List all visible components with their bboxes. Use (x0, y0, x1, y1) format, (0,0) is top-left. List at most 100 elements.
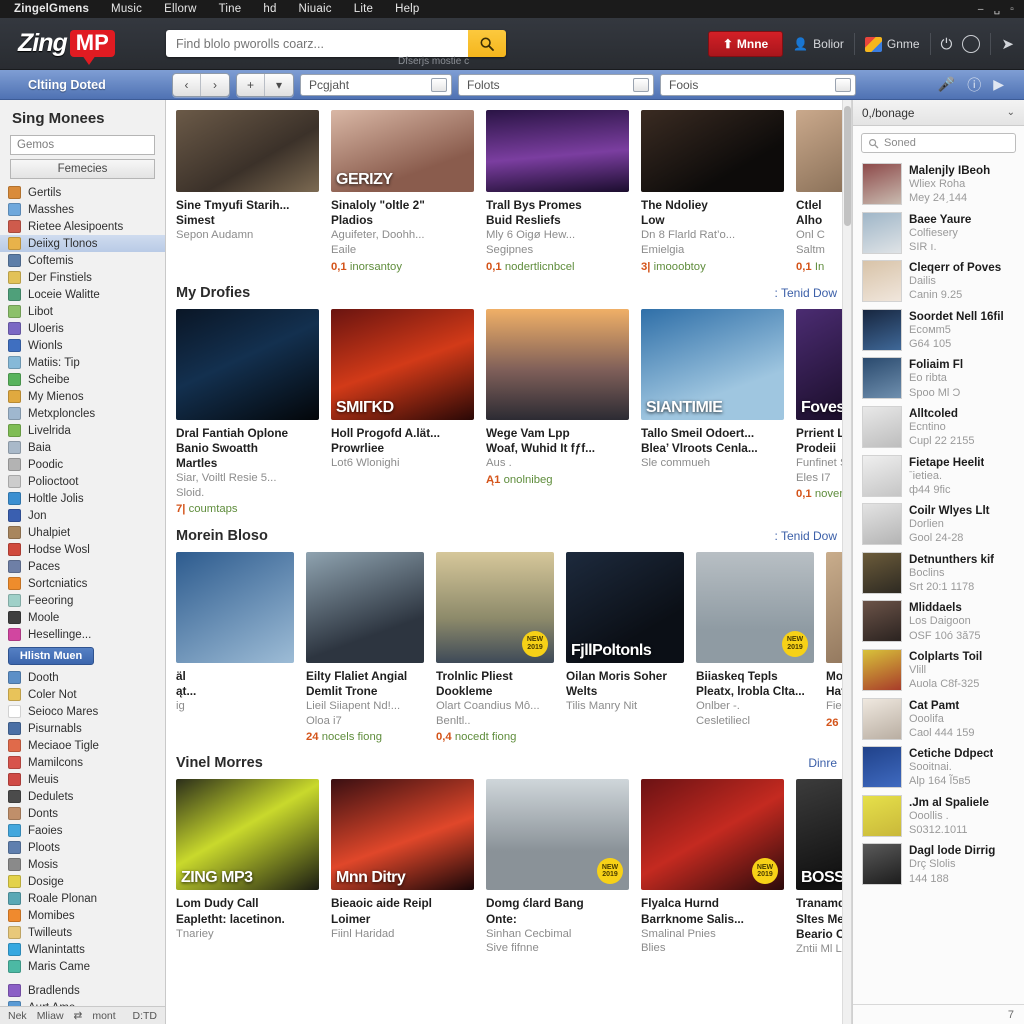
sidebar-item-15[interactable]: Baia (0, 439, 165, 456)
sidebar-item-18[interactable]: Holtle Jolis (0, 490, 165, 507)
add-button[interactable]: + (237, 73, 265, 96)
help-icon[interactable]: ⓘ (967, 75, 981, 95)
sidebar-item-5[interactable]: Der Finstiels (0, 269, 165, 286)
card-title[interactable]: Dral Fantiah Oplone Banio Swoatth Martles (176, 426, 319, 471)
microphone-icon[interactable]: 🎤 (938, 76, 955, 93)
scrollbar-thumb[interactable] (844, 106, 851, 226)
menu-item-1[interactable]: Ellorw (164, 3, 197, 15)
card-title[interactable]: Oilan Moris Soher Welts (566, 669, 684, 699)
toolbar-field-3[interactable]: Foois (660, 73, 856, 96)
sidebar-item-113[interactable]: Roale Plonan (0, 890, 165, 907)
toolbar-field-1[interactable]: Pcgjaht (300, 73, 452, 96)
sidebar-highlight-chip[interactable]: Hlistn Muen (8, 647, 94, 665)
sidebar-item-104[interactable]: Meciaoe Tigle (0, 737, 165, 754)
chevron-down-icon[interactable]: ▾ (265, 73, 293, 96)
primary-action-button[interactable]: ⬆ Mnne (707, 31, 784, 57)
card-title[interactable]: Bieaoic aide Reipl Loimer (331, 896, 474, 926)
sidebar-item-19[interactable]: Jon (0, 507, 165, 524)
card-title[interactable]: Domg ćlard Bang Onte: (486, 896, 629, 926)
media-card[interactable]: Sine Tmyufi Starih... Simest Sepon Audamn (176, 110, 319, 275)
battery-icon[interactable]: ␣ (994, 4, 1001, 15)
forward-button[interactable]: › (201, 73, 229, 96)
menu-item-2[interactable]: Tine (219, 3, 242, 15)
book-icon-2[interactable] (633, 77, 649, 92)
menu-item-5[interactable]: Lite (354, 3, 373, 15)
sidebar-item-111[interactable]: Mosis (0, 856, 165, 873)
media-card[interactable]: SIANTIMIE Tallo Smeil Odoert... Blea’ Vlro… (641, 308, 784, 518)
right-panel-search[interactable]: Soned (861, 133, 1016, 153)
sidebar-item-102[interactable]: Seioco Mares (0, 703, 165, 720)
play-icon[interactable]: ▶ (993, 76, 1004, 93)
sidebar-item-100[interactable]: Dooth (0, 669, 165, 686)
sidebar-item-116[interactable]: Wlanintatts (0, 941, 165, 958)
send-icon[interactable]: ➤ (1001, 37, 1014, 52)
sidebar-item-0[interactable]: Gertils (0, 184, 165, 201)
list-item[interactable]: Detnunthers kif Boclins Srt 20:1 1178 (853, 549, 1024, 598)
media-card[interactable]: NEW 2019 Domg ćlard Bang Onte: Sinhan Cecbi… (486, 779, 629, 956)
sidebar-item-13[interactable]: Metxploncles (0, 405, 165, 422)
card-title[interactable]: Tallo Smeil Odoert... Blea’ Vlroots Cenla… (641, 426, 784, 456)
card-thumbnail[interactable] (486, 110, 629, 192)
card-title[interactable]: Sine Tmyufi Starih... Simest (176, 198, 319, 228)
sidebar-item-4[interactable]: Coftemis (0, 252, 165, 269)
sidebar-action-button[interactable]: Femecies (10, 159, 155, 179)
sidebar-item-105[interactable]: Mamilcons (0, 754, 165, 771)
minimize-icon[interactable]: – (978, 4, 984, 15)
section-more-link[interactable]: : Tenid Dow (775, 529, 837, 543)
media-card[interactable]: äl ąt... ig (176, 551, 294, 746)
list-item[interactable]: Cetiche Ddpect Sooitnai. Alp 164 Ĩ5в5 (853, 743, 1024, 792)
card-title[interactable]: Biiaskeq Tepls Pleatx, lrobla Clta... (696, 669, 814, 699)
list-item[interactable]: Alltcoled Ecntino Cupl 22 2155 (853, 403, 1024, 452)
sidebar-item-3[interactable]: Deiixg Tlonos (0, 235, 165, 252)
media-card[interactable]: NEW 2019 Flyalca Hurnd Barrknome Salis... S… (641, 779, 784, 956)
list-item[interactable]: Colplarts Toil Vlill Auola C8f-325 (853, 646, 1024, 695)
sidebar-item-2[interactable]: Rietee Alesipoents (0, 218, 165, 235)
sidebar-item-11[interactable]: Scheibe (0, 371, 165, 388)
list-item[interactable]: Soordet Nell 16fil Eсомm5 G64 105 (853, 306, 1024, 355)
menu-item-0[interactable]: Music (111, 3, 142, 15)
sidebar-item-12[interactable]: My Mienos (0, 388, 165, 405)
back-button[interactable]: ‹ (173, 73, 201, 96)
sidebar-item-201[interactable]: Aurt Ame... (0, 999, 165, 1006)
sidebar-item-112[interactable]: Dosige (0, 873, 165, 890)
sidebar-item-16[interactable]: Poodic (0, 456, 165, 473)
sidebar-item-7[interactable]: Libot (0, 303, 165, 320)
media-card[interactable]: Wege Vam Lpp Woaf, Wuhid It fƒf... Aus . Ą1… (486, 308, 629, 518)
media-card[interactable]: Trall Bys Promes Buid Resliefs Mly 6 Oigø … (486, 110, 629, 275)
brand-logo[interactable]: Zing MP (18, 29, 115, 66)
card-thumbnail[interactable]: NEW 2019 (696, 551, 814, 663)
card-thumbnail[interactable]: GERIZY (331, 110, 474, 192)
card-title[interactable]: äl ąt... (176, 669, 294, 699)
sidebar-item-10[interactable]: Matiis: Tip (0, 354, 165, 371)
sidebar-item-24[interactable]: Feeoring (0, 592, 165, 609)
footer-item-1[interactable]: Mliaw (37, 1010, 64, 1022)
list-item[interactable]: Mliddaels Los Daigoon OSF 10ó 3ă75 (853, 597, 1024, 646)
list-item[interactable]: Dagl lode Dirrig Drç Slolis 144 188 (853, 840, 1024, 889)
sidebar-item-14[interactable]: Livelrida (0, 422, 165, 439)
card-thumbnail[interactable]: NEW 2019 (641, 779, 784, 891)
sidebar-item-22[interactable]: Paces (0, 558, 165, 575)
card-title[interactable]: Trall Bys Promes Buid Resliefs (486, 198, 629, 228)
footer-item-0[interactable]: Nek (8, 1010, 27, 1022)
sidebar-item-108[interactable]: Donts (0, 805, 165, 822)
clock-icon[interactable]: ▫ (1010, 4, 1014, 15)
content-scrollbar[interactable] (842, 100, 851, 1024)
book-icon-3[interactable] (835, 77, 851, 92)
media-card[interactable]: FjllPoltonls Oilan Moris Soher Welts Tilis … (566, 551, 684, 746)
card-title[interactable]: Eilty Flaliet Angial Demlit Trone (306, 669, 424, 699)
sidebar-item-9[interactable]: Wionls (0, 337, 165, 354)
card-title[interactable]: Flyalca Hurnd Barrknome Salis... (641, 896, 784, 926)
media-card[interactable]: ZING MP3 Lom Dudy Call Eapletht: lacetinon… (176, 779, 319, 956)
sidebar-item-110[interactable]: Ploots (0, 839, 165, 856)
sidebar-item-20[interactable]: Uhalpiet (0, 524, 165, 541)
card-title[interactable]: Lom Dudy Call Eapletht: lacetinon. (176, 896, 319, 926)
card-title[interactable]: Holl Progofd A.lät... Prowrliee (331, 426, 474, 456)
search-button[interactable] (468, 30, 506, 57)
sidebar-item-107[interactable]: Dedulets (0, 788, 165, 805)
card-thumbnail[interactable] (486, 308, 629, 420)
upload-menu[interactable]: Gnme (864, 36, 920, 52)
card-thumbnail[interactable] (176, 308, 319, 420)
menu-item-6[interactable]: Help (395, 3, 419, 15)
card-thumbnail[interactable] (306, 551, 424, 663)
sidebar-item-115[interactable]: Twilleuts (0, 924, 165, 941)
